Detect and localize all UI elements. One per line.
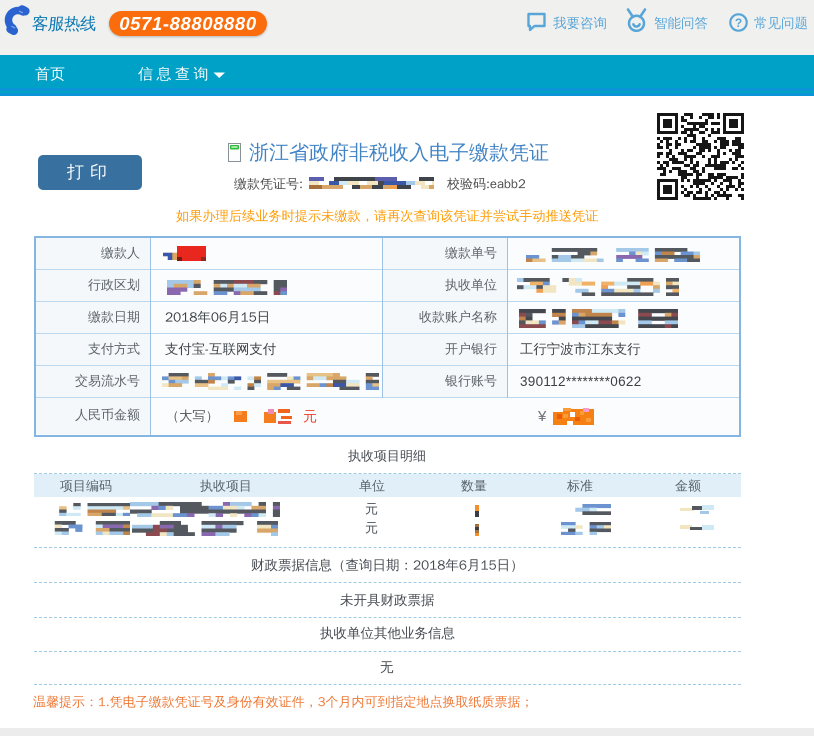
svg-text:?: ? (735, 16, 742, 30)
